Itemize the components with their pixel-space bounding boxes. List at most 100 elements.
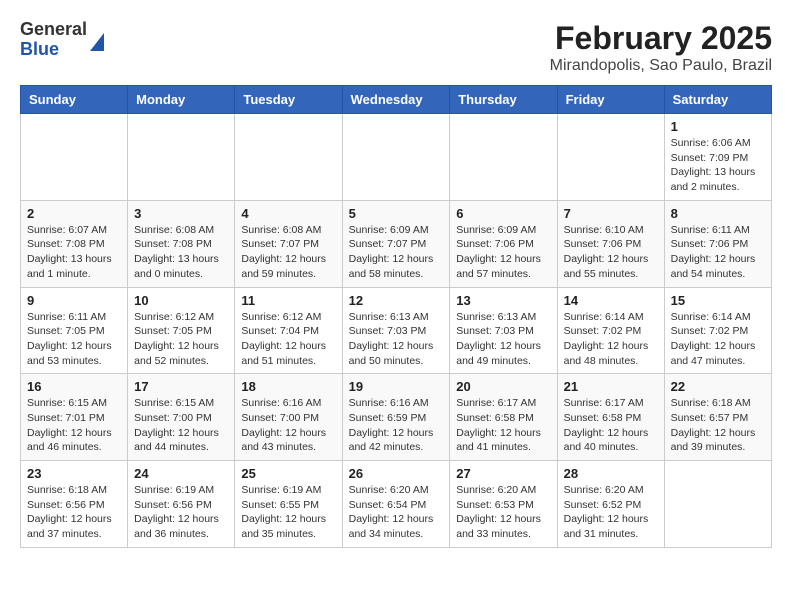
day-number: 27 — [456, 466, 550, 481]
day-info: Sunrise: 6:20 AM Sunset: 6:52 PM Dayligh… — [564, 483, 658, 542]
day-number: 25 — [241, 466, 335, 481]
day-info: Sunrise: 6:09 AM Sunset: 7:06 PM Dayligh… — [456, 223, 550, 282]
day-number: 21 — [564, 379, 658, 394]
day-info: Sunrise: 6:10 AM Sunset: 7:06 PM Dayligh… — [564, 223, 658, 282]
calendar-cell — [342, 114, 450, 201]
calendar-cell: 28 Sunrise: 6:20 AM Sunset: 6:52 PM Dayli… — [557, 461, 664, 548]
calendar-cell: 25 Sunrise: 6:19 AM Sunset: 6:55 PM Dayli… — [235, 461, 342, 548]
day-info: Sunrise: 6:17 AM Sunset: 6:58 PM Dayligh… — [564, 396, 658, 455]
calendar-week-3: 9Sunrise: 6:11 AM Sunset: 7:05 PM Daylig… — [21, 287, 772, 374]
day-number: 5 — [349, 206, 444, 221]
day-number: 20 — [456, 379, 550, 394]
day-info: Sunrise: 6:11 AM Sunset: 7:06 PM Dayligh… — [671, 223, 765, 282]
title-block: February 2025 Mirandopolis, Sao Paulo, B… — [550, 20, 772, 75]
calendar-cell: 9Sunrise: 6:11 AM Sunset: 7:05 PM Daylig… — [21, 287, 128, 374]
day-info: Sunrise: 6:12 AM Sunset: 7:04 PM Dayligh… — [241, 310, 335, 369]
day-info: Sunrise: 6:20 AM Sunset: 6:53 PM Dayligh… — [456, 483, 550, 542]
day-number: 9 — [27, 293, 121, 308]
day-number: 28 — [564, 466, 658, 481]
weekday-header-row: SundayMondayTuesdayWednesdayThursdayFrid… — [21, 86, 772, 114]
day-number: 8 — [671, 206, 765, 221]
day-number: 1 — [671, 119, 765, 134]
day-info: Sunrise: 6:19 AM Sunset: 6:55 PM Dayligh… — [241, 483, 335, 542]
day-number: 16 — [27, 379, 121, 394]
weekday-header-wednesday: Wednesday — [342, 86, 450, 114]
day-number: 7 — [564, 206, 658, 221]
calendar-cell: 7 Sunrise: 6:10 AM Sunset: 7:06 PM Daylig… — [557, 200, 664, 287]
day-info: Sunrise: 6:14 AM Sunset: 7:02 PM Dayligh… — [671, 310, 765, 369]
calendar-week-1: 1 Sunrise: 6:06 AM Sunset: 7:09 PM Daylig… — [21, 114, 772, 201]
weekday-header-friday: Friday — [557, 86, 664, 114]
calendar-cell: 15Sunrise: 6:14 AM Sunset: 7:02 PM Dayli… — [664, 287, 771, 374]
calendar-cell — [128, 114, 235, 201]
day-number: 17 — [134, 379, 228, 394]
calendar-cell: 12 Sunrise: 6:13 AM Sunset: 7:03 PM Dayli… — [342, 287, 450, 374]
calendar-cell: 1 Sunrise: 6:06 AM Sunset: 7:09 PM Daylig… — [664, 114, 771, 201]
calendar-cell: 16 Sunrise: 6:15 AM Sunset: 7:01 PM Dayli… — [21, 374, 128, 461]
day-info: Sunrise: 6:12 AM Sunset: 7:05 PM Dayligh… — [134, 310, 228, 369]
calendar-subtitle: Mirandopolis, Sao Paulo, Brazil — [550, 57, 772, 75]
calendar-cell: 17 Sunrise: 6:15 AM Sunset: 7:00 PM Dayli… — [128, 374, 235, 461]
logo-general: General — [20, 20, 87, 40]
logo-icon — [90, 33, 104, 51]
calendar-cell: 10 Sunrise: 6:12 AM Sunset: 7:05 PM Dayli… — [128, 287, 235, 374]
day-info: Sunrise: 6:06 AM Sunset: 7:09 PM Dayligh… — [671, 136, 765, 195]
calendar-cell: 23 Sunrise: 6:18 AM Sunset: 6:56 PM Dayli… — [21, 461, 128, 548]
day-info: Sunrise: 6:16 AM Sunset: 6:59 PM Dayligh… — [349, 396, 444, 455]
day-info: Sunrise: 6:15 AM Sunset: 7:01 PM Dayligh… — [27, 396, 121, 455]
calendar-cell: 6 Sunrise: 6:09 AM Sunset: 7:06 PM Daylig… — [450, 200, 557, 287]
calendar-cell: 8 Sunrise: 6:11 AM Sunset: 7:06 PM Daylig… — [664, 200, 771, 287]
day-number: 24 — [134, 466, 228, 481]
logo-blue: Blue — [20, 40, 87, 60]
day-info: Sunrise: 6:16 AM Sunset: 7:00 PM Dayligh… — [241, 396, 335, 455]
calendar-cell: 2Sunrise: 6:07 AM Sunset: 7:08 PM Daylig… — [21, 200, 128, 287]
day-info: Sunrise: 6:18 AM Sunset: 6:56 PM Dayligh… — [27, 483, 121, 542]
calendar-cell — [664, 461, 771, 548]
calendar-cell: 27 Sunrise: 6:20 AM Sunset: 6:53 PM Dayli… — [450, 461, 557, 548]
day-number: 11 — [241, 293, 335, 308]
calendar-cell — [235, 114, 342, 201]
day-info: Sunrise: 6:15 AM Sunset: 7:00 PM Dayligh… — [134, 396, 228, 455]
calendar-week-5: 23 Sunrise: 6:18 AM Sunset: 6:56 PM Dayli… — [21, 461, 772, 548]
day-info: Sunrise: 6:13 AM Sunset: 7:03 PM Dayligh… — [349, 310, 444, 369]
day-number: 6 — [456, 206, 550, 221]
day-info: Sunrise: 6:20 AM Sunset: 6:54 PM Dayligh… — [349, 483, 444, 542]
calendar-cell: 19 Sunrise: 6:16 AM Sunset: 6:59 PM Dayli… — [342, 374, 450, 461]
weekday-header-saturday: Saturday — [664, 86, 771, 114]
day-info: Sunrise: 6:14 AM Sunset: 7:02 PM Dayligh… — [564, 310, 658, 369]
logo-text: General Blue — [20, 20, 87, 60]
calendar-table: SundayMondayTuesdayWednesdayThursdayFrid… — [20, 85, 772, 548]
day-number: 4 — [241, 206, 335, 221]
day-number: 22 — [671, 379, 765, 394]
calendar-cell: 24 Sunrise: 6:19 AM Sunset: 6:56 PM Dayli… — [128, 461, 235, 548]
day-number: 19 — [349, 379, 444, 394]
day-number: 18 — [241, 379, 335, 394]
logo: General Blue — [20, 20, 104, 60]
day-info: Sunrise: 6:13 AM Sunset: 7:03 PM Dayligh… — [456, 310, 550, 369]
day-info: Sunrise: 6:19 AM Sunset: 6:56 PM Dayligh… — [134, 483, 228, 542]
calendar-cell: 18 Sunrise: 6:16 AM Sunset: 7:00 PM Dayli… — [235, 374, 342, 461]
calendar-cell: 5 Sunrise: 6:09 AM Sunset: 7:07 PM Daylig… — [342, 200, 450, 287]
calendar-cell — [21, 114, 128, 201]
day-number: 10 — [134, 293, 228, 308]
calendar-week-4: 16 Sunrise: 6:15 AM Sunset: 7:01 PM Dayli… — [21, 374, 772, 461]
calendar-cell: 11 Sunrise: 6:12 AM Sunset: 7:04 PM Dayli… — [235, 287, 342, 374]
day-info: Sunrise: 6:09 AM Sunset: 7:07 PM Dayligh… — [349, 223, 444, 282]
day-number: 23 — [27, 466, 121, 481]
day-number: 3 — [134, 206, 228, 221]
day-number: 13 — [456, 293, 550, 308]
day-info: Sunrise: 6:08 AM Sunset: 7:08 PM Dayligh… — [134, 223, 228, 282]
day-number: 12 — [349, 293, 444, 308]
day-number: 26 — [349, 466, 444, 481]
day-number: 14 — [564, 293, 658, 308]
day-info: Sunrise: 6:18 AM Sunset: 6:57 PM Dayligh… — [671, 396, 765, 455]
weekday-header-monday: Monday — [128, 86, 235, 114]
weekday-header-sunday: Sunday — [21, 86, 128, 114]
weekday-header-tuesday: Tuesday — [235, 86, 342, 114]
page-header: General Blue February 2025 Mirandopolis,… — [20, 20, 772, 75]
calendar-cell: 3 Sunrise: 6:08 AM Sunset: 7:08 PM Daylig… — [128, 200, 235, 287]
day-number: 2 — [27, 206, 121, 221]
weekday-header-thursday: Thursday — [450, 86, 557, 114]
calendar-cell: 21 Sunrise: 6:17 AM Sunset: 6:58 PM Dayli… — [557, 374, 664, 461]
calendar-cell: 22 Sunrise: 6:18 AM Sunset: 6:57 PM Dayli… — [664, 374, 771, 461]
